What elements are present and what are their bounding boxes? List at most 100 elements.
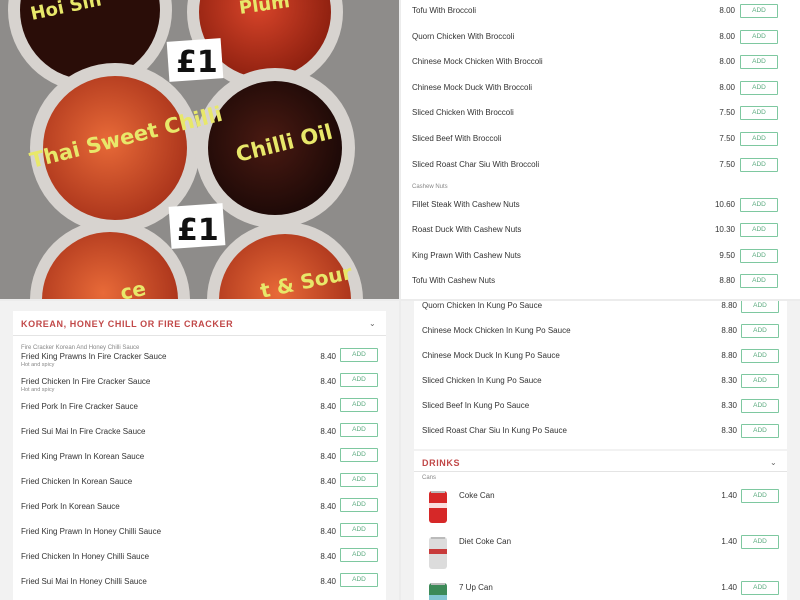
add-button[interactable]: ADD: [740, 132, 778, 146]
add-button[interactable]: ADD: [740, 223, 778, 238]
item-name: Fried King Prawn In Korean Sauce: [21, 452, 145, 461]
section-title[interactable]: KOREAN, HONEY CHILL OR FIRE CRACKER: [21, 319, 233, 329]
item-name: Tofu With Cashew Nuts: [412, 276, 496, 286]
menu-item[interactable]: Fried Pork In Korean Sauce 8.40 ADD: [13, 498, 386, 524]
add-button[interactable]: ADD: [741, 374, 779, 388]
item-price: 8.40: [320, 427, 336, 436]
menu-item[interactable]: Sliced Roast Char Siu With Broccoli 7.50 A…: [401, 157, 800, 180]
add-button[interactable]: ADD: [741, 581, 779, 595]
item-price: 8.80: [721, 301, 737, 310]
add-button[interactable]: ADD: [340, 423, 378, 437]
item-price: 8.00: [719, 57, 735, 67]
add-button[interactable]: ADD: [740, 4, 778, 18]
menu-item[interactable]: Fried Sui Mai In Fire Cracke Sauce 8.40 AD…: [13, 423, 386, 449]
item-name: Sliced Chicken In Kung Po Sauce: [422, 376, 542, 385]
item-price: 1.40: [721, 491, 737, 500]
add-button[interactable]: ADD: [740, 198, 778, 212]
price-tag-2: £1: [177, 213, 219, 248]
item-name: Tofu With Broccoli: [412, 6, 477, 15]
sauce-label-partial: ce: [118, 276, 148, 299]
item-price: 8.80: [719, 276, 735, 286]
menu-item[interactable]: Tofu With Cashew Nuts 8.80 ADD: [401, 274, 800, 296]
add-button[interactable]: ADD: [741, 349, 779, 363]
add-button[interactable]: ADD: [740, 157, 778, 172]
add-button[interactable]: ADD: [741, 399, 779, 413]
menu-item[interactable]: Quorn Chicken With Broccoli 8.00 ADD: [401, 29, 800, 52]
menu-item[interactable]: Fried Pork In Fire Cracker Sauce 8.40 ADD: [13, 398, 386, 424]
item-name: Fried Pork In Korean Sauce: [21, 502, 120, 511]
item-price: 8.40: [320, 577, 336, 586]
kung-po-card: Quorn Chicken In Kung Po Sauce 8.80 ADD Chi…: [414, 301, 787, 449]
item-price: 8.40: [320, 452, 336, 461]
drinks-title[interactable]: DRINKS: [422, 458, 460, 468]
item-description: Hot and spicy: [21, 387, 55, 393]
menu-item[interactable]: King Prawn With Cashew Nuts 9.50 ADD: [401, 248, 800, 271]
item-name: Sliced Roast Char Siu With Broccoli: [412, 159, 540, 169]
menu-item[interactable]: Chinese Mock Chicken With Broccoli 8.00 AD…: [401, 55, 800, 77]
add-button[interactable]: ADD: [741, 301, 779, 313]
menu-item[interactable]: Tofu With Broccoli 8.00 ADD: [401, 4, 800, 26]
add-button[interactable]: ADD: [740, 274, 778, 289]
add-button[interactable]: ADD: [740, 80, 778, 95]
menu-item[interactable]: Sliced Beef With Broccoli 7.50 ADD: [401, 132, 800, 154]
chevron-down-icon[interactable]: ⌄: [770, 458, 777, 467]
menu-item[interactable]: Fried Chicken In Honey Chilli Sauce 8.40 A…: [13, 548, 386, 574]
add-button[interactable]: ADD: [340, 548, 378, 562]
menu-item[interactable]: Fried King Prawns In Fire Cracker Sauce H…: [13, 348, 386, 374]
menu-item[interactable]: Sliced Beef In Kung Po Sauce 8.30 ADD: [414, 399, 787, 421]
menu-item[interactable]: Sliced Roast Char Siu In Kung Po Sauce 8.…: [414, 424, 787, 446]
menu-item[interactable]: Chinese Mock Chicken In Kung Po Sauce 8.8…: [414, 324, 787, 346]
add-button[interactable]: ADD: [741, 424, 779, 438]
add-button[interactable]: ADD: [740, 29, 778, 44]
add-button[interactable]: ADD: [340, 498, 378, 512]
add-button[interactable]: ADD: [340, 348, 378, 362]
item-price: 8.00: [719, 82, 735, 92]
menu-item[interactable]: Quorn Chicken In Kung Po Sauce 8.80 ADD: [414, 301, 787, 321]
item-name: Fillet Steak With Cashew Nuts: [412, 200, 520, 209]
item-price: 1.40: [721, 537, 737, 546]
add-button[interactable]: ADD: [740, 106, 778, 121]
item-price: 8.40: [320, 552, 336, 561]
add-button[interactable]: ADD: [740, 248, 778, 263]
menu-item[interactable]: Fried Sui Mai In Honey Chilli Sauce 8.40 A…: [13, 573, 386, 599]
drink-item[interactable]: 7 Up Can 1.40 ADD: [414, 581, 787, 600]
menu-item[interactable]: Chinese Mock Duck With Broccoli 8.00 ADD: [401, 80, 800, 103]
drinks-category: Cans: [422, 475, 437, 481]
item-price: 7.50: [719, 108, 735, 118]
add-button[interactable]: ADD: [340, 373, 378, 387]
item-price: 8.40: [320, 477, 336, 486]
add-button[interactable]: ADD: [741, 324, 779, 338]
chevron-down-icon[interactable]: ⌄: [369, 319, 376, 328]
item-name: Quorn Chicken With Broccoli: [412, 31, 515, 41]
menu-item[interactable]: Fried King Prawn In Honey Chilli Sauce 8.…: [13, 523, 386, 549]
menu-item[interactable]: Chinese Mock Duck In Kung Po Sauce 8.80 AD…: [414, 349, 787, 371]
item-price: 8.80: [721, 326, 737, 335]
menu-item[interactable]: Fried Chicken In Korean Sauce 8.40 ADD: [13, 473, 386, 499]
item-price: 8.40: [320, 352, 336, 361]
menu-item[interactable]: Sliced Chicken With Broccoli 7.50 ADD: [401, 106, 800, 128]
item-price: 8.30: [721, 376, 737, 385]
add-button[interactable]: ADD: [741, 489, 779, 503]
menu-item[interactable]: Sliced Chicken In Kung Po Sauce 8.30 ADD: [414, 374, 787, 396]
menu-item[interactable]: Fillet Steak With Cashew Nuts 10.60 ADD: [401, 198, 800, 220]
menu-item[interactable]: Roast Duck With Cashew Nuts 10.30 ADD: [401, 223, 800, 245]
add-button[interactable]: ADD: [340, 448, 378, 462]
item-name: Fried Sui Mai In Fire Cracke Sauce: [21, 427, 146, 436]
item-name: Sliced Roast Char Siu In Kung Po Sauce: [422, 426, 567, 435]
add-button[interactable]: ADD: [340, 398, 378, 412]
add-button[interactable]: ADD: [740, 55, 778, 70]
menu-item[interactable]: Fried Chicken In Fire Cracker Sauce Hot a…: [13, 373, 386, 399]
add-button[interactable]: ADD: [340, 523, 378, 537]
item-price: 8.80: [721, 351, 737, 360]
drink-item[interactable]: Diet Coke Can 1.40 ADD: [414, 535, 787, 577]
item-name: Coke Can: [459, 491, 495, 500]
7up-can-icon: [423, 581, 453, 600]
item-price: 8.40: [320, 502, 336, 511]
menu-item[interactable]: Fried King Prawn In Korean Sauce 8.40 ADD: [13, 448, 386, 474]
item-name: Chinese Mock Chicken With Broccoli: [412, 57, 543, 67]
item-name: Fried Sui Mai In Honey Chilli Sauce: [21, 577, 147, 586]
add-button[interactable]: ADD: [741, 535, 779, 549]
add-button[interactable]: ADD: [340, 473, 378, 487]
add-button[interactable]: ADD: [340, 573, 378, 587]
drink-item[interactable]: Coke Can 1.40 ADD: [414, 489, 787, 531]
